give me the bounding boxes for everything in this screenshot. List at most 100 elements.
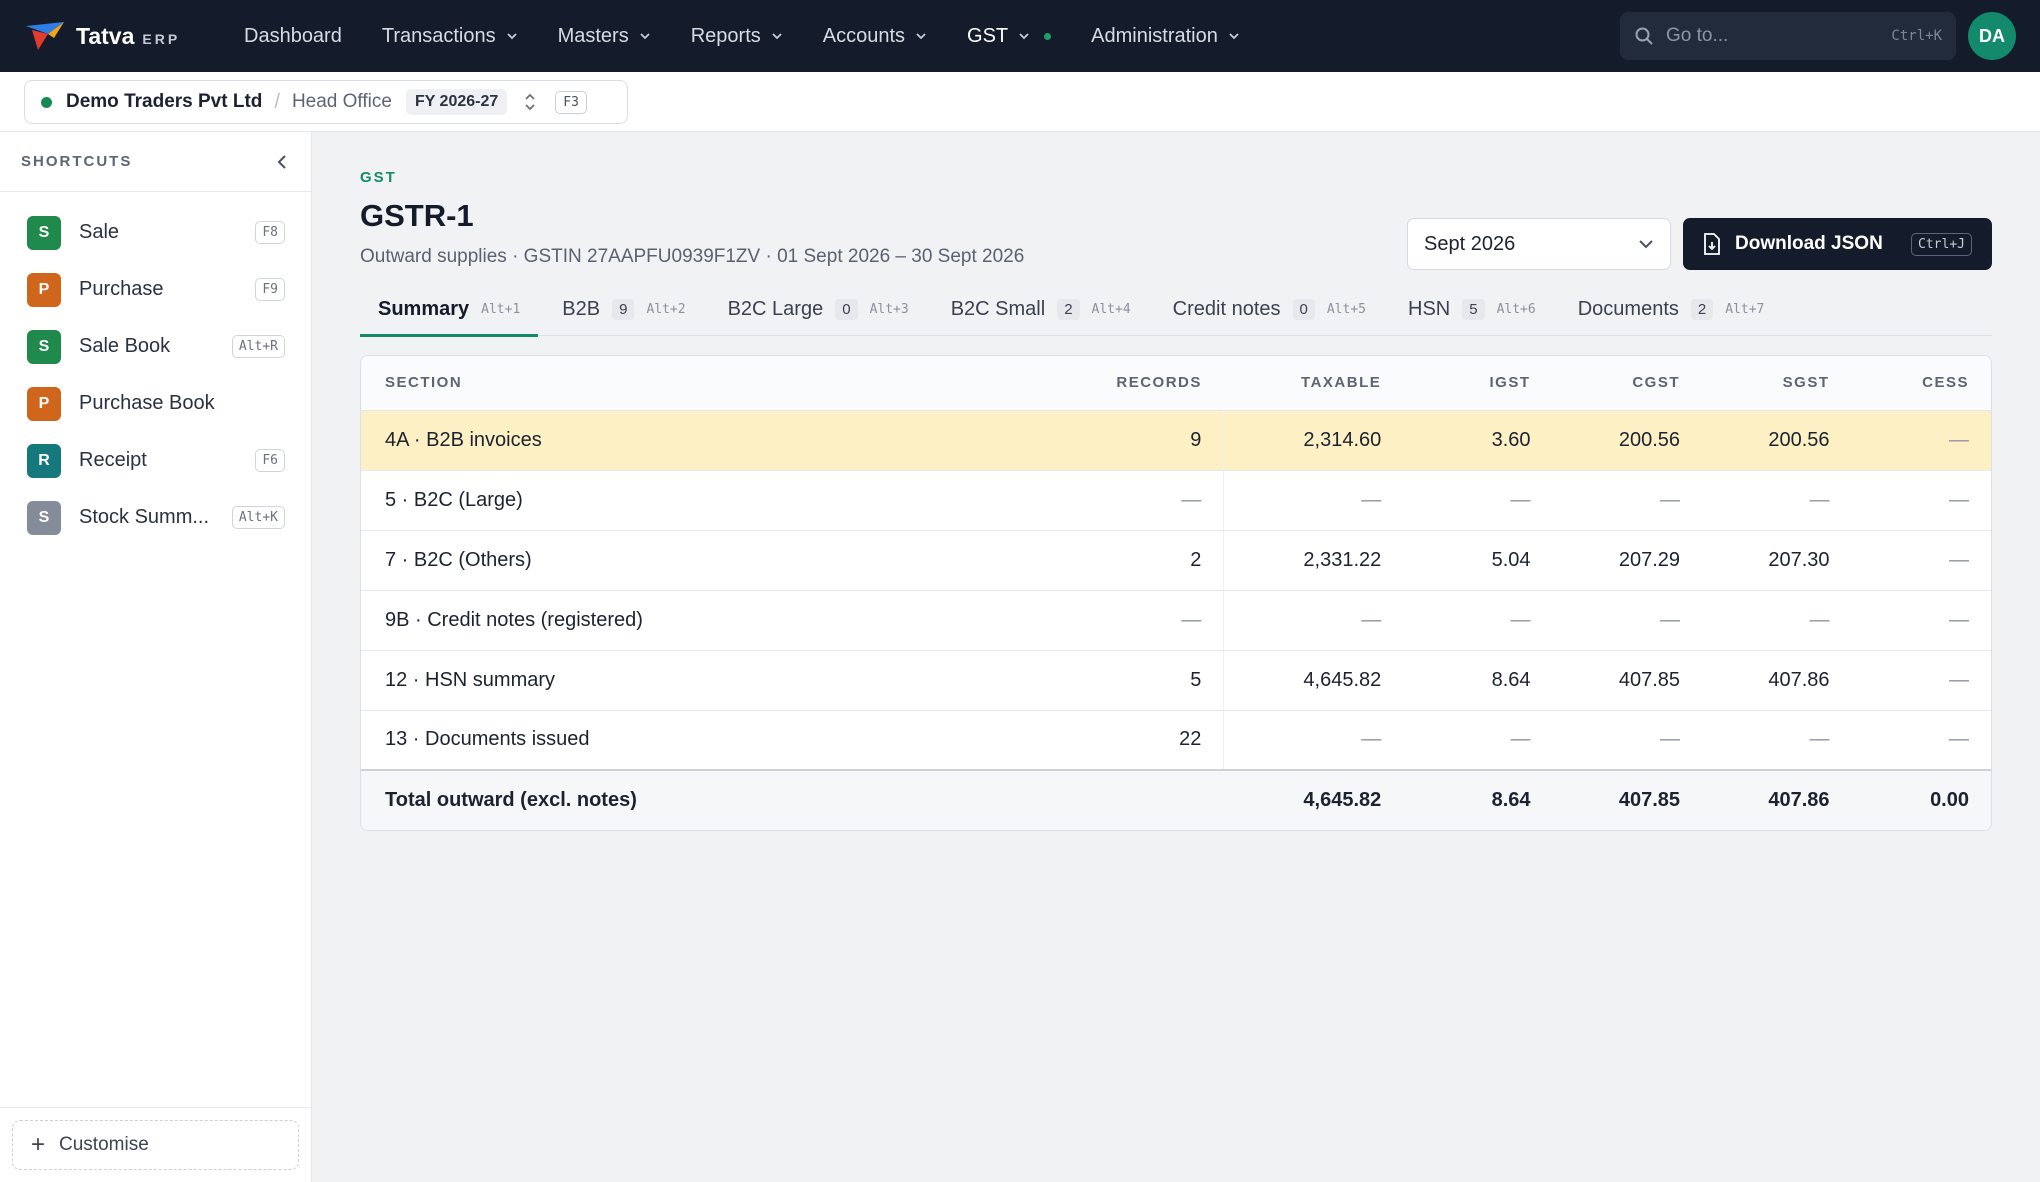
tab-b2c-large[interactable]: B2C Large 0 Alt+3 bbox=[710, 282, 927, 336]
page-eyebrow: GST bbox=[360, 169, 397, 186]
nav-label: Transactions bbox=[381, 24, 496, 47]
chevron-down-icon bbox=[772, 33, 782, 40]
tab-label: Summary bbox=[378, 297, 470, 320]
shortcut-purchase[interactable]: P Purchase F9 bbox=[0, 261, 311, 318]
company-switcher[interactable]: Demo Traders Pvt Ltd / Head Office FY 20… bbox=[24, 80, 628, 124]
shortcut-label: Sale Book bbox=[79, 335, 171, 357]
column-header-records[interactable]: RECORDS bbox=[1094, 356, 1224, 411]
page-title: GSTR-1 bbox=[360, 198, 474, 233]
shortcut-label: Sale bbox=[79, 221, 120, 243]
tab-summary[interactable]: Summary Alt+1 bbox=[360, 282, 539, 337]
value-cell-records: — bbox=[1094, 590, 1225, 651]
tab-hotkey: Alt+4 bbox=[1091, 301, 1131, 317]
column-header-cess[interactable]: CESS bbox=[1851, 356, 1991, 411]
value-cell-cgst: 200.56 bbox=[1552, 410, 1703, 471]
table-row[interactable]: 9B · Credit notes (registered) — — — — — — bbox=[361, 590, 1991, 651]
total-cell-cess: 0.00 bbox=[1851, 769, 1991, 830]
status-dot bbox=[1044, 32, 1052, 40]
nav-item-dashboard[interactable]: Dashboard bbox=[224, 0, 362, 72]
shortcut-receipt[interactable]: R Receipt F6 bbox=[0, 432, 311, 489]
shortcut-label: Receipt bbox=[79, 449, 147, 471]
tab-credit-notes[interactable]: Credit notes 0 Alt+5 bbox=[1155, 282, 1384, 336]
shortcut-badge: P bbox=[27, 272, 61, 307]
tab-documents[interactable]: Documents 2 Alt+7 bbox=[1560, 282, 1783, 336]
download-label: Download JSON bbox=[1735, 233, 1883, 254]
section-cell: 9B · Credit notes (registered) bbox=[361, 590, 1095, 651]
shortcut-badge: P bbox=[27, 386, 61, 421]
shortcut-label: Purchase Book bbox=[79, 392, 215, 414]
value-cell-igst: — bbox=[1403, 470, 1553, 531]
column-header-sgst[interactable]: SGST bbox=[1702, 356, 1852, 411]
tab-hsn[interactable]: HSN 5 Alt+6 bbox=[1390, 282, 1554, 336]
value-cell-cgst: 207.29 bbox=[1552, 530, 1703, 591]
search-placeholder: Go to... bbox=[1666, 25, 1729, 46]
company-status-dot bbox=[41, 96, 52, 108]
shortcut-sale[interactable]: S Sale F8 bbox=[0, 204, 311, 261]
chevron-updown-icon[interactable] bbox=[523, 92, 537, 112]
shortcut-label: Purchase bbox=[79, 278, 164, 300]
nav-item-accounts[interactable]: Accounts bbox=[803, 0, 947, 72]
table-row[interactable]: 4A · B2B invoices 9 2,314.60 3.60 200.56 200.… bbox=[361, 410, 1991, 471]
value-cell-igst: 5.04 bbox=[1403, 530, 1553, 591]
section-cell: 12 · HSN summary bbox=[361, 650, 1095, 711]
nav-label: Reports bbox=[690, 24, 761, 47]
tab-hotkey: Alt+5 bbox=[1326, 301, 1366, 317]
column-header-taxable[interactable]: TAXABLE bbox=[1223, 356, 1404, 411]
value-cell-taxable: 2,314.60 bbox=[1223, 410, 1404, 471]
nav-item-masters[interactable]: Masters bbox=[538, 0, 671, 72]
nav-item-transactions[interactable]: Transactions bbox=[362, 0, 538, 72]
column-header-cgst[interactable]: CGST bbox=[1552, 356, 1703, 411]
table-row[interactable]: 7 · B2C (Others) 2 2,331.22 5.04 207.29 207.3… bbox=[361, 530, 1991, 591]
value-cell-records: 2 bbox=[1094, 530, 1225, 591]
nav-label: GST bbox=[967, 24, 1009, 47]
value-cell-records: 5 bbox=[1094, 650, 1225, 711]
tab-label: B2B bbox=[562, 297, 601, 320]
value-cell-taxable: 4,645.82 bbox=[1223, 650, 1404, 711]
value-cell-cess: — bbox=[1851, 650, 1991, 711]
value-cell-records: 22 bbox=[1094, 710, 1225, 771]
shortcut-sale-book[interactable]: S Sale Book Alt+R bbox=[0, 318, 311, 375]
search-box[interactable]: Go to... Ctrl+K bbox=[1620, 12, 1956, 60]
column-header-igst[interactable]: IGST bbox=[1403, 356, 1553, 411]
sidebar-footer: + Customise bbox=[0, 1107, 312, 1182]
tab-b2b[interactable]: B2B 9 Alt+2 bbox=[544, 282, 703, 336]
plus-icon: + bbox=[31, 1131, 46, 1158]
table-row[interactable]: 13 · Documents issued 22— — — — — bbox=[361, 710, 1991, 771]
shortcut-purchase-book[interactable]: P Purchase Book bbox=[0, 375, 311, 432]
shortcut-stock-summ[interactable]: S Stock Summ... Alt+K bbox=[0, 489, 311, 546]
column-header-section[interactable]: SECTION bbox=[361, 356, 1095, 411]
value-cell-taxable: — bbox=[1223, 470, 1404, 531]
nav-item-gst[interactable]: GST bbox=[947, 0, 1071, 72]
value-cell-igst: 8.64 bbox=[1403, 650, 1553, 711]
shortcut-key: Alt+K bbox=[231, 506, 285, 529]
nav-item-administration[interactable]: Administration bbox=[1071, 0, 1260, 72]
total-label: Total outward (excl. notes) bbox=[361, 769, 1095, 830]
brand-suffix: ERP bbox=[142, 31, 181, 47]
section-cell: 5 · B2C (Large) bbox=[361, 470, 1095, 531]
table-row[interactable]: 5 · B2C (Large) — — — — — — bbox=[361, 470, 1991, 531]
customise-button[interactable]: + Customise bbox=[12, 1120, 299, 1170]
collapse-sidebar-icon[interactable] bbox=[275, 154, 289, 170]
page-subtitle: Outward supplies · GSTIN 27AAPFU0939F1ZV… bbox=[360, 246, 1025, 267]
shortcut-key: F8 bbox=[255, 221, 285, 244]
main-nav: Dashboard Transactions Masters Reports Accou… bbox=[224, 0, 1260, 72]
user-avatar[interactable]: DA bbox=[1968, 12, 2016, 60]
value-cell-sgst: 407.86 bbox=[1702, 650, 1852, 711]
table-body: 4A · B2B invoices 9 2,314.60 3.60 200.56 200.… bbox=[361, 410, 1991, 830]
nav-label: Dashboard bbox=[244, 24, 342, 47]
shortcut-list: S Sale F8 P Purchase F9 S Sale Book Alt+R P Purcha… bbox=[0, 204, 311, 546]
value-cell-igst: — bbox=[1403, 590, 1553, 651]
brand-name: Tatva bbox=[76, 22, 135, 49]
brand[interactable]: Tatva ERP bbox=[24, 20, 224, 52]
period-select[interactable]: Sept 2026 bbox=[1407, 218, 1671, 270]
nav-label: Administration bbox=[1091, 24, 1218, 47]
table-header-row: SECTION RECORDS TAXABLE IGST CGST SGST CESS bbox=[361, 356, 1991, 411]
total-cell-taxable: 4,645.82 bbox=[1223, 769, 1404, 830]
table-row[interactable]: 12 · HSN summary 5 4,645.82 8.64 407.85 407.8… bbox=[361, 650, 1991, 711]
value-cell-taxable: — bbox=[1223, 710, 1404, 771]
tab-b2c-small[interactable]: B2C Small 2 Alt+4 bbox=[933, 282, 1149, 336]
download-json-button[interactable]: Download JSON Ctrl+J bbox=[1683, 218, 1992, 270]
chevron-down-icon bbox=[916, 33, 926, 40]
tab-count-badge: 5 bbox=[1462, 298, 1485, 320]
nav-item-reports[interactable]: Reports bbox=[671, 0, 803, 72]
